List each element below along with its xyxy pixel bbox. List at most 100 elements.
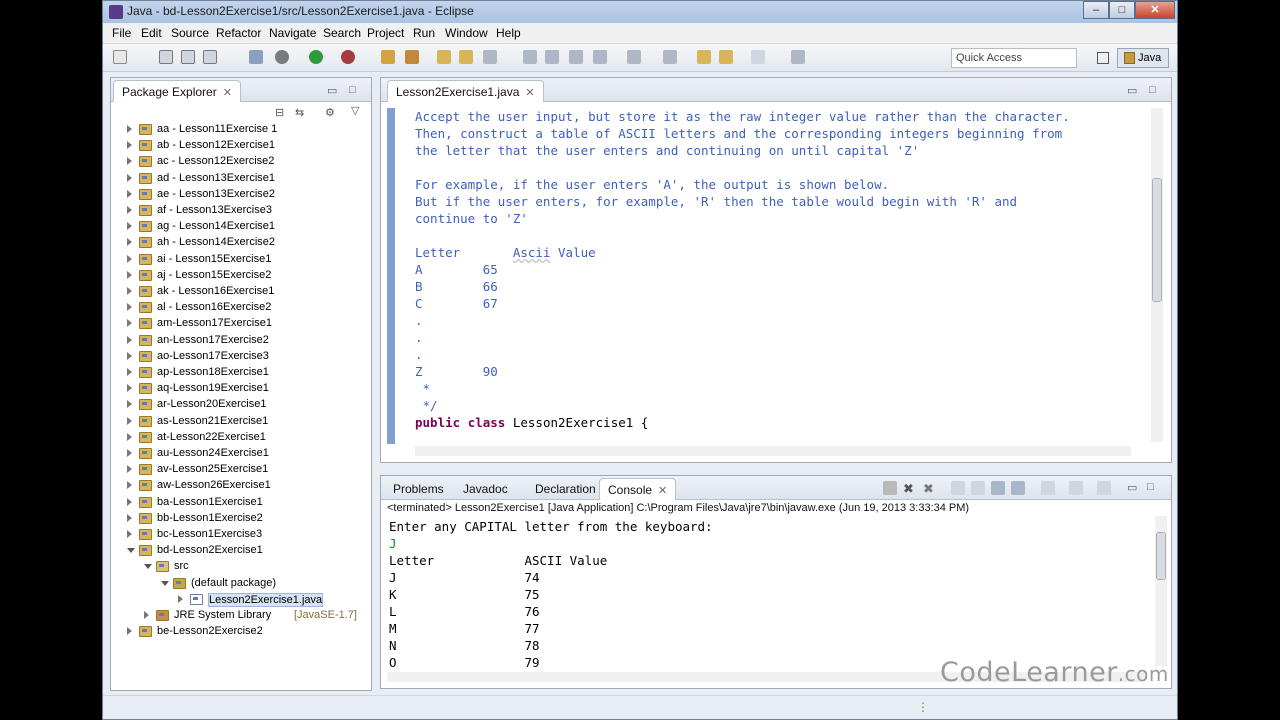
menu-help[interactable]: Help: [496, 26, 521, 40]
expand-arrow-icon[interactable]: [127, 368, 132, 376]
expand-arrow-icon[interactable]: [144, 611, 149, 619]
tree-item[interactable]: ag - Lesson14Exercise1: [127, 219, 347, 235]
menu-window[interactable]: Window: [445, 26, 488, 40]
console-scroll-thumb[interactable]: [1156, 532, 1166, 580]
expand-arrow-icon[interactable]: [127, 530, 132, 538]
pin-icon[interactable]: [791, 50, 805, 64]
link-with-editor-icon[interactable]: ⇆: [295, 106, 304, 119]
expand-arrow-icon[interactable]: [178, 595, 183, 603]
tree-item[interactable]: ba-Lesson1Exercise1: [127, 495, 347, 511]
tab-package-explorer[interactable]: Package Explorer ✕: [113, 80, 241, 102]
print-icon[interactable]: [203, 50, 217, 64]
expand-arrow-icon[interactable]: [127, 271, 132, 279]
menu-file[interactable]: File: [112, 26, 131, 40]
expand-arrow-icon[interactable]: [127, 287, 132, 295]
expand-arrow-icon[interactable]: [127, 433, 132, 441]
menu-run[interactable]: Run: [413, 26, 435, 40]
tree-item[interactable]: aq-Lesson19Exercise1: [127, 381, 347, 397]
expand-arrow-icon[interactable]: [127, 498, 132, 506]
tree-item[interactable]: ak - Lesson16Exercise1: [127, 284, 347, 300]
expand-arrow-icon[interactable]: [127, 465, 132, 473]
prev-annotation-icon[interactable]: [663, 50, 677, 64]
clear-console-icon[interactable]: [951, 481, 965, 495]
tree-item[interactable]: ac - Lesson12Exercise2: [127, 154, 347, 170]
maximize-view-icon[interactable]: □: [1147, 481, 1161, 495]
tree-item[interactable]: as-Lesson21Exercise1: [127, 414, 347, 430]
expand-arrow-icon[interactable]: [127, 384, 132, 392]
minimize-view-icon[interactable]: ▭: [327, 84, 337, 97]
tree-item[interactable]: aa - Lesson11Exercise 1: [127, 122, 347, 138]
pin-console-icon[interactable]: [1011, 481, 1025, 495]
collapse-all-icon[interactable]: ⊟: [275, 106, 284, 119]
expand-arrow-icon[interactable]: [127, 157, 132, 165]
back-icon[interactable]: [697, 50, 711, 64]
close-button[interactable]: ✕: [1135, 1, 1175, 19]
tree-item[interactable]: am-Lesson17Exercise1: [127, 316, 347, 332]
minimize-button[interactable]: –: [1083, 1, 1109, 19]
scroll-lock-icon[interactable]: [971, 481, 985, 495]
new-icon[interactable]: [113, 50, 127, 64]
next-annotation-icon[interactable]: [627, 50, 641, 64]
expand-arrow-icon[interactable]: [127, 255, 132, 263]
maximize-view-icon[interactable]: □: [1149, 84, 1156, 96]
expand-arrow-icon[interactable]: [127, 206, 132, 214]
expand-arrow-icon[interactable]: [127, 336, 132, 344]
forward-icon[interactable]: [751, 50, 765, 64]
tree-item[interactable]: an-Lesson17Exercise2: [127, 333, 347, 349]
expand-arrow-icon[interactable]: [127, 174, 132, 182]
expand-arrow-icon[interactable]: [127, 222, 132, 230]
editor-scroll-thumb[interactable]: [1152, 178, 1162, 302]
tree-item[interactable]: ad - Lesson13Exercise1: [127, 171, 347, 187]
collapse-arrow-icon[interactable]: [161, 581, 169, 586]
tree-item[interactable]: JRE System Library [JavaSE-1.7]: [144, 608, 364, 624]
tree-item[interactable]: Lesson2Exercise1.java: [178, 592, 398, 608]
remove-launch-icon[interactable]: ✖: [903, 481, 917, 496]
menu-source[interactable]: Source: [171, 26, 209, 40]
expand-arrow-icon[interactable]: [127, 141, 132, 149]
tree-item[interactable]: aw-Lesson26Exercise1: [127, 478, 347, 494]
expand-arrow-icon[interactable]: [127, 481, 132, 489]
expand-arrow-icon[interactable]: [127, 190, 132, 198]
expand-arrow-icon[interactable]: [127, 514, 132, 522]
tree-item[interactable]: ah - Lesson14Exercise2: [127, 235, 347, 251]
close-icon[interactable]: ✕: [658, 485, 667, 497]
console-output[interactable]: Enter any CAPITAL letter from the keyboa…: [389, 518, 1149, 671]
title-bar[interactable]: Java - bd-Lesson2Exercise1/src/Lesson2Ex…: [103, 1, 1177, 23]
tree-item[interactable]: at-Lesson22Exercise1: [127, 430, 347, 446]
expand-arrow-icon[interactable]: [127, 352, 132, 360]
block-selection-icon[interactable]: [593, 50, 607, 64]
tree-item[interactable]: al - Lesson16Exercise2: [127, 300, 347, 316]
tab-console[interactable]: Console ✕: [599, 478, 677, 500]
tab-problems[interactable]: Problems: [385, 478, 452, 500]
new-console-icon[interactable]: [1097, 481, 1111, 495]
menu-refactor[interactable]: Refactor: [216, 26, 261, 40]
terminate-icon[interactable]: [883, 481, 897, 495]
expand-arrow-icon[interactable]: [127, 319, 132, 327]
tree-item[interactable]: ab - Lesson12Exercise1: [127, 138, 347, 154]
expand-arrow-icon[interactable]: [127, 125, 132, 133]
tree-item[interactable]: bb-Lesson1Exercise2: [127, 511, 347, 527]
show-whitespace-icon[interactable]: [569, 50, 583, 64]
tree-item[interactable]: be-Lesson2Exercise2: [127, 624, 347, 640]
last-edit-icon[interactable]: [719, 50, 733, 64]
open-type-icon[interactable]: [437, 50, 451, 64]
tab-javadoc[interactable]: Javadoc: [455, 478, 516, 500]
tree-item[interactable]: bd-Lesson2Exercise1: [127, 543, 347, 559]
toggle-mark-icon[interactable]: [545, 50, 559, 64]
tab-lesson2exercise1[interactable]: Lesson2Exercise1.java ✕: [387, 80, 544, 102]
display-console-icon[interactable]: [1041, 481, 1055, 495]
expand-arrow-icon[interactable]: [127, 400, 132, 408]
debug-icon[interactable]: [275, 50, 289, 64]
tree-item[interactable]: ao-Lesson17Exercise3: [127, 349, 347, 365]
tree-item[interactable]: aj - Lesson15Exercise2: [127, 268, 347, 284]
minimize-view-icon[interactable]: ▭: [1127, 481, 1141, 495]
menu-navigate[interactable]: Navigate: [269, 26, 316, 40]
skip-breakpoints-icon[interactable]: [249, 50, 263, 64]
tree-item[interactable]: af - Lesson13Exercise3: [127, 203, 347, 219]
close-icon[interactable]: ✕: [223, 87, 232, 99]
save-all-icon[interactable]: [181, 50, 195, 64]
status-grip-icon[interactable]: ⋮: [917, 700, 929, 714]
annotation-icon[interactable]: [523, 50, 537, 64]
tree-item[interactable]: (default package): [161, 576, 381, 592]
quick-access-input[interactable]: Quick Access: [951, 48, 1077, 68]
